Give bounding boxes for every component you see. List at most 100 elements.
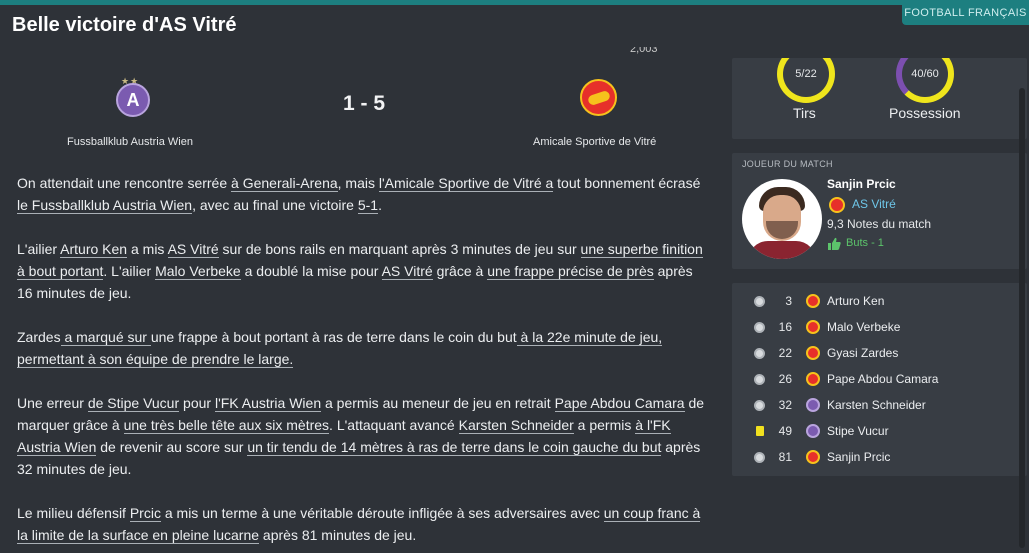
article-link[interactable]: une frappe précise de près <box>487 263 654 280</box>
man-of-match-panel: JOUEUR DU MATCH Sanjin Prcic AS Vitré 9,… <box>732 153 1027 269</box>
paragraph-5: Le milieu défensif Prcic a mis un terme … <box>17 502 712 546</box>
event-player[interactable]: Pape Abdou Camara <box>827 372 938 386</box>
article-text: sur de bons rails en marquant après 3 mi… <box>218 241 581 257</box>
event-player[interactable]: Karsten Schneider <box>827 398 926 412</box>
goal-ball-icon <box>753 399 766 412</box>
shots-ring-chart: 5/22 <box>777 58 835 103</box>
article-link[interactable]: le Fussballklub Austria Wien <box>17 197 193 214</box>
event-row: 81 Sanjin Prcic <box>732 444 1027 470</box>
event-row: 22 Gyasi Zardes <box>732 340 1027 366</box>
article-link[interactable]: un tir tendu de 14 mètres à ras de terre… <box>247 439 662 456</box>
vitre-badge-icon <box>806 346 820 360</box>
article-link[interactable]: AS Vitré <box>167 241 219 258</box>
goal-ball-icon <box>753 295 766 308</box>
attendance-number: 2,003 <box>630 47 658 55</box>
event-player[interactable]: Gyasi Zardes <box>827 346 898 360</box>
article-text: Le milieu défensif <box>17 505 130 521</box>
article-link[interactable]: Karsten Schneider <box>458 417 574 434</box>
article-text: Une erreur <box>17 395 88 411</box>
goal-ball-icon <box>753 373 766 386</box>
paragraph-4: Une erreur de Stipe Vucur pour l'FK Aust… <box>17 392 712 480</box>
event-row: 16 Malo Verbeke <box>732 314 1027 340</box>
vitre-badge-icon <box>806 450 820 464</box>
article-text: , mais <box>337 175 379 191</box>
austria-badge-icon <box>806 398 820 412</box>
event-minute: 32 <box>778 398 792 412</box>
event-player[interactable]: Arturo Ken <box>827 294 884 308</box>
article-text: . <box>378 197 382 213</box>
article-text: après 81 minutes de jeu. <box>259 527 417 543</box>
article-link[interactable]: Arturo Ken <box>60 241 128 258</box>
player-club-link[interactable]: AS Vitré <box>852 197 896 211</box>
vitre-badge-icon <box>806 294 820 308</box>
paragraph-1: On attendait une rencontre serrée à Gene… <box>17 172 712 216</box>
article-link[interactable]: de Stipe Vucur <box>87 395 180 412</box>
article-link[interactable]: AS Vitré <box>381 263 433 280</box>
article-text: a permis au meneur de jeu en retrait <box>321 395 555 411</box>
event-minute: 22 <box>778 346 792 360</box>
possession-value: 40/60 <box>911 68 939 80</box>
article-link[interactable]: 5-1 <box>357 197 379 214</box>
player-avatar[interactable] <box>742 179 822 259</box>
article-text: a mis un terme à une véritable déroute i… <box>160 505 604 521</box>
article-link[interactable]: Malo Verbeke <box>155 263 241 280</box>
category-tag[interactable]: FOOTBALL FRANÇAIS <box>902 0 1029 25</box>
shots-value: 5/22 <box>795 68 817 80</box>
match-score: 1 - 5 <box>343 92 386 115</box>
possession-ring-chart: 40/60 <box>896 58 954 103</box>
goal-ball-icon <box>753 347 766 360</box>
article-text: On attendait une rencontre serrée <box>17 175 232 191</box>
article-link[interactable]: une très belle tête aux six mètres <box>123 417 330 434</box>
event-player[interactable]: Malo Verbeke <box>827 320 900 334</box>
goal-ball-icon <box>753 451 766 464</box>
shots-label: Tirs <box>793 105 816 121</box>
event-minute: 49 <box>778 424 792 438</box>
article-text: grâce à <box>432 263 488 279</box>
as-vitre-logo[interactable] <box>580 79 617 116</box>
match-report: On attendait une rencontre serrée à Gene… <box>17 172 712 553</box>
event-minute: 81 <box>778 450 792 464</box>
event-player[interactable]: Sanjin Prcic <box>827 450 890 464</box>
article-link[interactable]: a marqué sur <box>60 329 151 346</box>
event-row: 49 Stipe Vucur <box>732 418 1027 444</box>
paragraph-3: Zardes a marqué sur une frappe à bout po… <box>17 326 712 370</box>
thumbs-up-icon <box>828 237 841 250</box>
article-link[interactable]: à Generali-Arena <box>231 175 338 192</box>
article-link[interactable]: l'FK Austria Wien <box>214 395 322 412</box>
article-link[interactable]: l'Amicale Sportive de Vitré a <box>378 175 554 192</box>
page-title: Belle victoire d'AS Vitré <box>12 14 237 36</box>
article-text: a doublé la mise pour <box>240 263 382 279</box>
event-minute: 26 <box>778 372 792 386</box>
top-accent-bar <box>0 0 1029 5</box>
yellow-card-icon <box>753 425 766 438</box>
vitre-badge-icon <box>806 320 820 334</box>
event-minute: 3 <box>785 294 792 308</box>
match-rating: 9,3 Notes du match <box>827 217 932 231</box>
scrollbar[interactable] <box>1019 88 1025 548</box>
home-team-name[interactable]: Fussballklub Austria Wien <box>67 136 193 148</box>
article-text: . L'attaquant avancé <box>329 417 459 433</box>
austria-wien-logo[interactable]: A <box>116 83 150 117</box>
austria-badge-icon <box>806 424 820 438</box>
club-logo-icon <box>829 197 845 213</box>
event-player[interactable]: Stipe Vucur <box>827 424 889 438</box>
article-text: tout bonnement écrasé <box>553 175 701 191</box>
vitre-badge-icon <box>806 372 820 386</box>
event-row: 26 Pape Abdou Camara <box>732 366 1027 392</box>
player-goals: Buts - 1 <box>846 237 884 249</box>
player-name[interactable]: Sanjin Prcic <box>827 177 896 191</box>
possession-label: Possession <box>889 105 961 121</box>
away-team-name[interactable]: Amicale Sportive de Vitré <box>533 136 656 148</box>
article-text: Zardes <box>17 329 61 345</box>
article-link[interactable]: Pape Abdou Camara <box>554 395 685 412</box>
article-text: une frappe à bout portant à ras de terre… <box>150 329 517 345</box>
article-text: , avec au final une victoire <box>192 197 358 213</box>
article-link[interactable]: Prcic <box>129 505 161 522</box>
paragraph-2: L'ailier Arturo Ken a mis AS Vitré sur d… <box>17 238 712 304</box>
article-text: a permis <box>573 417 636 433</box>
match-events-panel: 3 Arturo Ken 16 Malo Verbeke 22 Gyasi Zardes 2… <box>732 283 1027 476</box>
man-of-match-heading: JOUEUR DU MATCH <box>742 159 833 169</box>
article-text: de revenir au score sur <box>96 439 248 455</box>
article-text: pour <box>179 395 215 411</box>
article-text: a mis <box>127 241 168 257</box>
